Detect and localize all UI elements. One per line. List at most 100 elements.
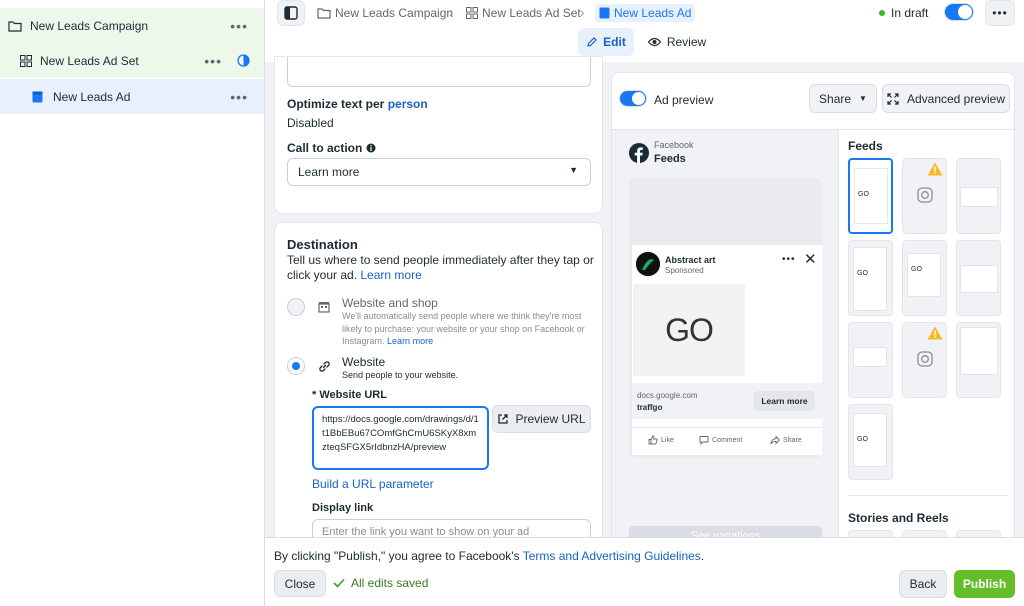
status-label: In draft <box>891 6 929 20</box>
external-link-icon <box>498 414 509 424</box>
chevron-right-icon: › <box>580 5 585 20</box>
nav-item-ad[interactable]: New Leads Ad ••• <box>0 79 264 114</box>
learn-more-link[interactable]: Learn more <box>387 336 433 346</box>
comment-action[interactable]: Comment <box>699 435 742 445</box>
breadcrumb-ad[interactable]: New Leads Ad <box>595 4 696 22</box>
grid-icon <box>466 7 478 19</box>
preview-url-button[interactable]: Preview URL <box>492 405 591 433</box>
website-shop-desc: We'll automatically send people where we… <box>342 311 585 346</box>
sidebar-icon <box>284 6 298 20</box>
tab-edit-label: Edit <box>603 35 626 49</box>
placement-thumb-feed-10[interactable]: GO <box>848 404 893 480</box>
optimize-cta-card: Optimize text per person Disabled Call t… <box>274 56 603 214</box>
display-link-label: Display link <box>312 502 374 514</box>
toggle-sidebar-button[interactable] <box>277 0 305 26</box>
top-bar: New Leads Campaign › New Leads Ad Set › … <box>265 0 1024 62</box>
website-desc: Send people to your website. <box>342 370 459 380</box>
nav-item-campaign[interactable]: New Leads Campaign ••• <box>0 8 264 43</box>
footer-bar: By clicking "Publish," you agree to Face… <box>265 537 1024 606</box>
feeds-heading: Feeds <box>848 139 883 153</box>
cta-select[interactable]: Learn more ▼ <box>287 158 591 186</box>
grid-icon <box>20 54 32 67</box>
close-icon[interactable]: ✕ <box>804 252 817 267</box>
info-icon[interactable] <box>366 143 376 153</box>
placement-thumb-feed-8[interactable] <box>902 322 947 398</box>
ad-preview-toggle[interactable] <box>619 90 647 107</box>
caret-down-icon: ▼ <box>859 94 867 103</box>
tab-review-label: Review <box>666 35 707 49</box>
post-more-icon[interactable]: ••• <box>782 254 796 265</box>
expand-icon <box>887 92 899 105</box>
tab-edit[interactable]: Edit <box>578 28 634 56</box>
website-url-input[interactable]: https://docs.google.com/drawings/d/1t1Bb… <box>312 406 489 470</box>
more-options-button[interactable]: ••• <box>985 0 1015 26</box>
publish-button[interactable]: Publish <box>954 570 1015 598</box>
publish-terms-notice: By clicking "Publish," you agree to Face… <box>274 549 705 563</box>
ad-enabled-toggle[interactable] <box>944 3 974 21</box>
close-button[interactable]: Close <box>274 570 326 597</box>
destination-desc: Tell us where to send people immediately… <box>287 253 594 282</box>
build-url-parameter-link[interactable]: Build a URL parameter <box>312 477 434 491</box>
like-action[interactable]: Like <box>648 435 674 445</box>
advanced-preview-label: Advanced preview <box>906 91 1006 106</box>
page-avatar <box>636 252 660 276</box>
share-button[interactable]: Share ▼ <box>809 84 877 113</box>
preview-learn-more-button[interactable]: Learn more <box>754 391 815 411</box>
placement-thumb-feed-9[interactable] <box>956 322 1001 398</box>
facebook-logo-icon <box>629 143 649 163</box>
radio-website-and-shop[interactable] <box>287 298 305 316</box>
back-button[interactable]: Back <box>899 570 947 598</box>
placement-thumb-feed-1[interactable]: GO <box>848 158 893 234</box>
destination-card: Destination Tell us where to send people… <box>274 222 603 545</box>
optimize-text-value: Disabled <box>287 116 334 130</box>
person-link[interactable]: person <box>388 97 428 111</box>
comment-icon <box>699 436 709 445</box>
placement-thumb-feed-4[interactable]: GO <box>848 240 893 316</box>
checkmark-icon <box>333 578 345 588</box>
website-title: Website <box>342 355 386 369</box>
tab-review[interactable]: Review <box>647 28 707 56</box>
ad-icon <box>32 91 43 102</box>
ad-preview-label: Ad preview <box>654 93 714 107</box>
more-icon: ••• <box>992 6 1008 20</box>
link-domain: docs.google.com <box>637 391 698 400</box>
breadcrumb-campaign[interactable]: New Leads Campaign <box>317 4 453 22</box>
more-options-icon[interactable]: ••• <box>204 53 222 69</box>
text-field-bottom[interactable] <box>287 57 591 87</box>
ad-creative-image: GO <box>633 284 745 376</box>
learn-more-link[interactable]: Learn more <box>360 268 421 282</box>
folder-icon <box>8 20 22 32</box>
terms-link[interactable]: Terms and Advertising Guidelines <box>523 549 701 563</box>
placement-thumb-feed-6[interactable] <box>956 240 1001 316</box>
caret-down-icon: ▼ <box>569 165 578 175</box>
shop-icon <box>318 302 330 313</box>
breadcrumb-adset[interactable]: New Leads Ad Set <box>466 4 581 22</box>
placement-thumb-feed-7[interactable] <box>848 322 893 398</box>
share-label: Share <box>819 91 852 106</box>
preview-placement-label: Feeds <box>654 153 686 165</box>
placement-thumb-feed-5[interactable]: GO <box>902 240 947 316</box>
more-options-icon[interactable]: ••• <box>230 18 248 34</box>
folder-icon <box>317 8 331 19</box>
ad-preview-panel: Ad preview Share ▼ Advanced preview Face… <box>611 72 1015 538</box>
nav-campaign-label: New Leads Campaign <box>30 18 149 33</box>
half-circle-status-icon <box>237 54 250 67</box>
optimize-text-title: Optimize text per person <box>287 97 428 111</box>
radio-website[interactable] <box>287 357 305 375</box>
cta-selected-value: Learn more <box>298 165 360 179</box>
stories-reels-heading: Stories and Reels <box>848 511 949 525</box>
advanced-preview-button[interactable]: Advanced preview <box>882 84 1010 113</box>
placement-thumb-feed-3[interactable] <box>956 158 1001 234</box>
thumbs-up-icon <box>648 435 658 445</box>
link-title: traffgo <box>637 403 663 412</box>
draft-status: In draft <box>879 6 928 20</box>
placements-column: Feeds GO GO GO GO Stories and Reels <box>838 130 1014 537</box>
pencil-icon <box>587 37 598 47</box>
instagram-icon <box>917 351 933 367</box>
more-options-icon[interactable]: ••• <box>230 89 248 105</box>
share-action[interactable]: Share <box>770 435 802 445</box>
link-icon <box>319 361 330 372</box>
nav-item-adset[interactable]: New Leads Ad Set ••• <box>0 43 264 78</box>
placement-thumb-feed-2[interactable] <box>902 158 947 234</box>
breadcrumb-campaign-label: New Leads Campaign <box>335 6 454 20</box>
